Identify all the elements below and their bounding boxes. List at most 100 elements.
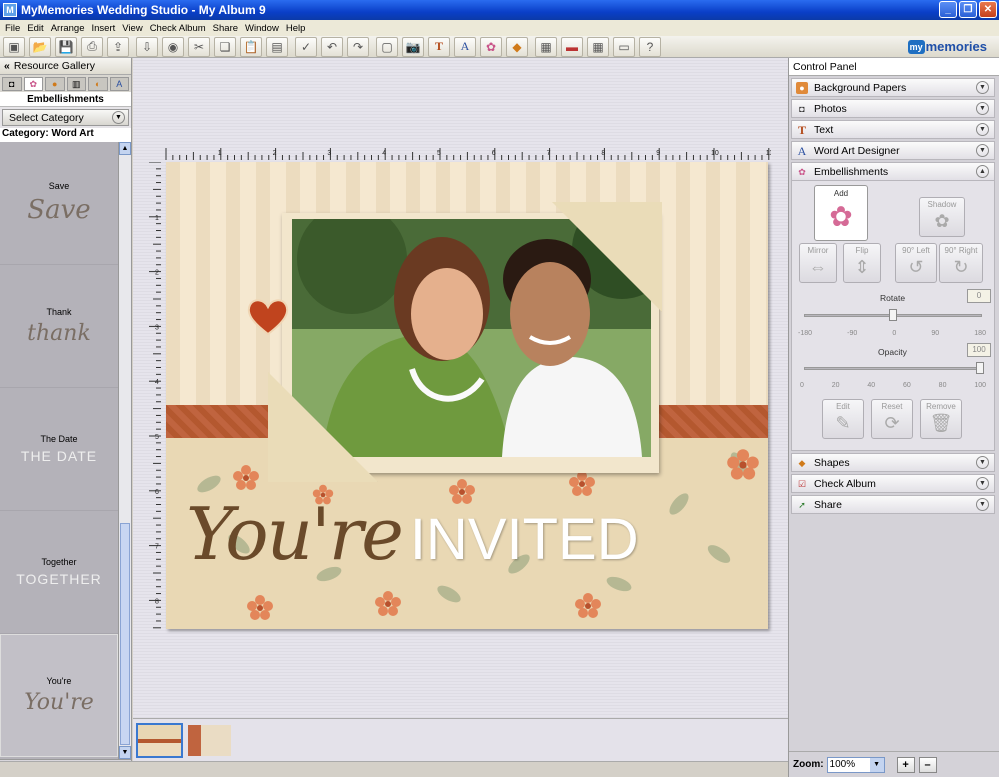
- section-text[interactable]: T Text ▼: [791, 120, 995, 139]
- menu-edit[interactable]: Edit: [25, 23, 48, 34]
- rotate-right-button[interactable]: 90° Right ↻: [939, 243, 983, 283]
- flip-button[interactable]: Flip ⇕: [843, 243, 881, 283]
- section-word-art-designer[interactable]: A Word Art Designer ▼: [791, 141, 995, 160]
- import-icon[interactable]: ⇩: [136, 36, 158, 57]
- collapse-left-icon[interactable]: «: [4, 60, 10, 72]
- section-photos[interactable]: ◘ Photos ▼: [791, 99, 995, 118]
- chevron-down-icon[interactable]: ▼: [976, 102, 989, 115]
- chevron-down-icon[interactable]: ▼: [976, 477, 989, 490]
- vertical-ruler: 1 2 3 4 5 6 7 8: [149, 162, 161, 629]
- resource-tabs: ◘ ✿ ● ▥ ◐ A: [0, 75, 131, 92]
- camera-icon[interactable]: 📷: [402, 36, 424, 57]
- couple-photo[interactable]: [292, 219, 651, 457]
- gallery-item-together[interactable]: Together TOGETHER: [0, 511, 118, 634]
- tab-paint-icon[interactable]: ◐: [88, 77, 108, 91]
- close-button[interactable]: ✕: [979, 1, 997, 18]
- section-share[interactable]: ➚ Share ▼: [791, 495, 995, 514]
- gallery-item-save[interactable]: Save Save: [0, 142, 118, 265]
- film-icon[interactable]: ▭: [613, 36, 635, 57]
- maximize-button[interactable]: ❐: [959, 1, 977, 18]
- scroll-thumb[interactable]: [120, 523, 130, 745]
- text-icon[interactable]: T: [428, 36, 450, 57]
- section-embellishments[interactable]: ✿ Embellishments ▲: [791, 162, 995, 181]
- resource-gallery-header[interactable]: « Resource Gallery: [0, 58, 131, 75]
- mirror-button[interactable]: Mirror ⇔: [799, 243, 837, 283]
- album-page[interactable]: You're INVITED: [166, 162, 768, 629]
- category-select[interactable]: Select Category ▼: [2, 109, 129, 126]
- grid-icon[interactable]: ▦: [587, 36, 609, 57]
- tab-layouts-icon[interactable]: ▥: [66, 77, 86, 91]
- section-shapes[interactable]: ◆ Shapes ▼: [791, 453, 995, 472]
- album-icon[interactable]: ▬: [561, 36, 583, 57]
- menu-view[interactable]: View: [120, 23, 147, 34]
- minimize-button[interactable]: _: [939, 1, 957, 18]
- section-check-album[interactable]: ☑ Check Album ▼: [791, 474, 995, 493]
- tab-photos-icon[interactable]: ◘: [2, 77, 22, 91]
- section-background-papers[interactable]: ● Background Papers ▼: [791, 78, 995, 97]
- page-thumbnail[interactable]: [186, 723, 233, 758]
- shadow-button[interactable]: Shadow ✿: [919, 197, 965, 237]
- word-art-icon[interactable]: A: [454, 36, 476, 57]
- chevron-down-icon[interactable]: ▼: [976, 144, 989, 157]
- paste-special-icon[interactable]: ▤: [266, 36, 288, 57]
- ruler-label: 5: [437, 150, 441, 157]
- opacity-slider[interactable]: [804, 367, 982, 370]
- redo-icon[interactable]: ↷: [347, 36, 369, 57]
- zoom-out-button[interactable]: –: [918, 756, 937, 773]
- cut-icon[interactable]: ✂: [188, 36, 210, 57]
- chevron-down-icon[interactable]: ▼: [976, 123, 989, 136]
- menu-share[interactable]: Share: [211, 23, 243, 34]
- gallery-scrollbar[interactable]: ▲ ▼: [118, 142, 131, 759]
- menu-insert[interactable]: Insert: [90, 23, 121, 34]
- toolbar-icon[interactable]: ▣: [3, 36, 25, 57]
- open-icon[interactable]: 📂: [29, 36, 51, 57]
- menu-help[interactable]: Help: [284, 23, 311, 34]
- menu-arrange[interactable]: Arrange: [49, 23, 90, 34]
- chevron-down-icon[interactable]: ▼: [112, 111, 125, 124]
- menu-check-album[interactable]: Check Album: [148, 23, 211, 34]
- chevron-down-icon[interactable]: ▼: [976, 81, 989, 94]
- print-icon[interactable]: ⎙: [81, 36, 103, 57]
- new-page-icon[interactable]: ▢: [376, 36, 398, 57]
- page-thumbnail[interactable]: [136, 723, 183, 758]
- scroll-up-icon[interactable]: ▲: [119, 142, 131, 155]
- opacity-slider-thumb[interactable]: [976, 362, 984, 374]
- rotate-left-button[interactable]: 90° Left ↺: [895, 243, 937, 283]
- remove-button[interactable]: Remove 🗑: [920, 399, 962, 439]
- rotate-value[interactable]: 0: [967, 289, 991, 303]
- shapes-icon[interactable]: ◆: [506, 36, 528, 57]
- gallery-item-youre[interactable]: You're You're: [0, 634, 118, 757]
- add-embellishment-button[interactable]: Add ✿: [814, 185, 868, 241]
- reset-button[interactable]: Reset ⟳: [871, 399, 913, 439]
- gallery-item-thank[interactable]: Thank thank: [0, 265, 118, 388]
- youre-invited-word-art[interactable]: You're INVITED: [186, 492, 639, 576]
- scroll-down-icon[interactable]: ▼: [119, 746, 131, 759]
- embellishment-icon[interactable]: ✿: [480, 36, 502, 57]
- heart-embellishment[interactable]: [246, 296, 290, 336]
- ruler-label: 1: [155, 215, 159, 222]
- help-icon[interactable]: ?: [639, 36, 661, 57]
- preview-icon[interactable]: ◉: [162, 36, 184, 57]
- copy-icon[interactable]: ❏: [214, 36, 236, 57]
- tab-text-icon[interactable]: A: [109, 77, 129, 91]
- save-icon[interactable]: 💾: [55, 36, 77, 57]
- opacity-value[interactable]: 100: [967, 343, 991, 357]
- spellcheck-icon[interactable]: ✓: [295, 36, 317, 57]
- chevron-down-icon[interactable]: ▼: [976, 498, 989, 511]
- photo-import-icon[interactable]: ▦: [535, 36, 557, 57]
- menu-window[interactable]: Window: [243, 23, 284, 34]
- edit-button[interactable]: Edit ✎: [822, 399, 864, 439]
- chevron-down-icon[interactable]: ▼: [869, 757, 884, 772]
- chevron-down-icon[interactable]: ▼: [976, 456, 989, 469]
- zoom-select[interactable]: 100% ▼: [826, 756, 885, 773]
- export-icon[interactable]: ⇪: [107, 36, 129, 57]
- zoom-in-button[interactable]: +: [896, 756, 915, 773]
- gallery-item-the-date[interactable]: The Date THE DATE: [0, 388, 118, 511]
- tab-embellishments-icon[interactable]: ✿: [23, 77, 43, 91]
- undo-icon[interactable]: ↶: [321, 36, 343, 57]
- menu-file[interactable]: File: [3, 23, 25, 34]
- tab-backgrounds-icon[interactable]: ●: [45, 77, 65, 91]
- paste-icon[interactable]: 📋: [240, 36, 262, 57]
- rotate-slider-thumb[interactable]: [889, 309, 897, 321]
- chevron-up-icon[interactable]: ▲: [976, 165, 989, 178]
